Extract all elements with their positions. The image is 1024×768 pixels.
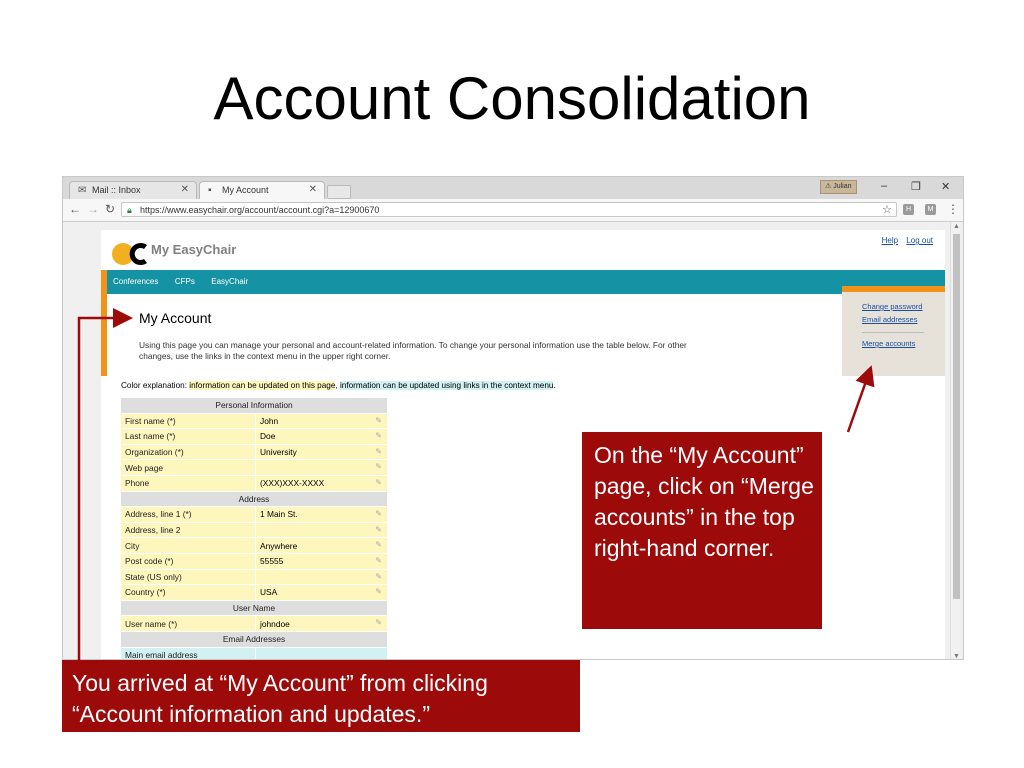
arrow-to-my-account [77, 308, 133, 660]
callout-merge-instruction: On the “My Account” page, click on “Merg… [582, 432, 822, 629]
arrow-to-merge-accounts [846, 365, 875, 433]
annotation-arrows [77, 308, 875, 660]
callout-arrival-note: You arrived at “My Account” from clickin… [62, 660, 580, 732]
